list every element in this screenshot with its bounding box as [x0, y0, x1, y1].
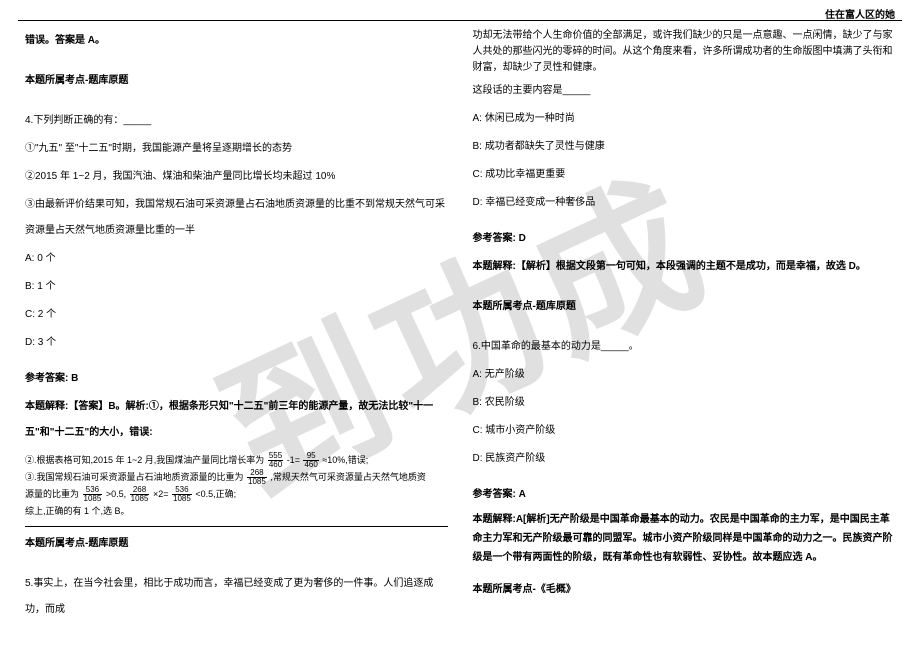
math-line-4: 综上,正确的有 1 个,选 B。	[25, 503, 448, 520]
fraction-4: 5361085	[83, 486, 103, 503]
q5-stem-start: 5.事实上，在当今社会里，相比于成功而言，幸福已经变成了更为奢侈的一件事。人们追…	[25, 571, 448, 623]
q5-prompt: 这段话的主要内容是_____	[473, 78, 896, 104]
topic-tag-4: 本题所属考点-《毛概》	[473, 577, 896, 603]
q5-explanation: 本题解释:【解析】根据文段第一句可知，本段强调的主题不是成功，而是幸福，故选 D…	[473, 254, 896, 280]
topic-tag-2: 本题所属考点-题库原题	[25, 531, 448, 557]
q6-option-a: A: 无产阶级	[473, 362, 896, 388]
math-minus: -1=	[287, 455, 300, 465]
fraction-6: 5361085	[172, 486, 192, 503]
q6-answer-label: 参考答案: A	[473, 482, 896, 508]
q4-statement-3: ③由最新评价结果可知，我国常规石油可采资源量占石油地质资源量的比重不到常规天然气…	[25, 192, 448, 244]
math-line-3c: ×2=	[153, 489, 169, 499]
q4-option-c: C: 2 个	[25, 302, 448, 328]
right-column: 功却无法带给个人生命价值的全部满足，或许我们缺少的只是一点意趣、一点闲情，缺少了…	[473, 28, 896, 625]
math-line-3b: >0.5,	[106, 489, 126, 499]
page-header: 住在富人区的她	[825, 6, 895, 21]
math-block: ②.根据表格可知,2015 年 1~2 月,我国煤油产量同比增长率为 55546…	[25, 452, 448, 520]
fraction-2: 95460	[303, 452, 318, 469]
q5-option-d: D: 幸福已经变成一种奢侈品	[473, 190, 896, 216]
q4-statement-1: ①"九五" 至"十二五"时期，我国能源产量将呈逐期增长的态势	[25, 136, 448, 162]
math-line-2b: ,常规天然气可采资源量占天然气地质资	[270, 472, 426, 482]
q6-option-b: B: 农民阶级	[473, 390, 896, 416]
section-divider	[25, 526, 448, 527]
math-line-1a: ②.根据表格可知,2015 年 1~2 月,我国煤油产量同比增长率为	[25, 455, 264, 465]
q4-option-b: B: 1 个	[25, 274, 448, 300]
q4-stem: 4.下列判断正确的有：_____	[25, 108, 448, 134]
q5-option-c: C: 成功比幸福更重要	[473, 162, 896, 188]
q4-option-a: A: 0 个	[25, 246, 448, 272]
q5-answer-label: 参考答案: D	[473, 226, 896, 252]
math-line-1b: ≈10%,错误;	[322, 455, 368, 465]
math-line-3a: 源量的比重为	[25, 489, 79, 499]
q5-option-b: B: 成功者都缺失了灵性与健康	[473, 134, 896, 160]
math-line-2a: ③.我国常规石油可采资源量占石油地质资源量的比重为	[25, 472, 244, 482]
q6-stem: 6.中国革命的最基本的动力是_____。	[473, 334, 896, 360]
math-line-3d: <0.5,正确;	[195, 489, 236, 499]
q6-option-d: D: 民族资产阶级	[473, 446, 896, 472]
q6-explanation: 本题解释:A[解析]无产阶级是中国革命最基本的动力。农民是中国革命的主力军，是中…	[473, 510, 896, 567]
q5-option-a: A: 休闲已成为一种时尚	[473, 106, 896, 132]
q4-answer-label: 参考答案: B	[25, 366, 448, 392]
q4-explanation: 本题解释:【答案】B。解析:①，根据条形只知"十二五"前三年的能源产量，故无法比…	[25, 394, 448, 446]
header-divider	[18, 20, 902, 21]
fraction-1: 555460	[268, 452, 283, 469]
answer-note: 错误。答案是 A。	[25, 28, 448, 54]
q4-statement-2: ②2015 年 1~2 月，我国汽油、煤油和柴油产量同比增长均未超过 10%	[25, 164, 448, 190]
fraction-3: 2681085	[247, 469, 267, 486]
q4-option-d: D: 3 个	[25, 330, 448, 356]
topic-tag: 本题所属考点-题库原题	[25, 68, 448, 94]
content-columns: 错误。答案是 A。 本题所属考点-题库原题 4.下列判断正确的有：_____ ①…	[25, 28, 895, 625]
q6-option-c: C: 城市小资产阶级	[473, 418, 896, 444]
left-column: 错误。答案是 A。 本题所属考点-题库原题 4.下列判断正确的有：_____ ①…	[25, 28, 448, 625]
fraction-5: 2681085	[130, 486, 150, 503]
topic-tag-3: 本题所属考点-题库原题	[473, 294, 896, 320]
q5-stem-continued: 功却无法带给个人生命价值的全部满足，或许我们缺少的只是一点意趣、一点闲情，缺少了…	[473, 28, 896, 76]
